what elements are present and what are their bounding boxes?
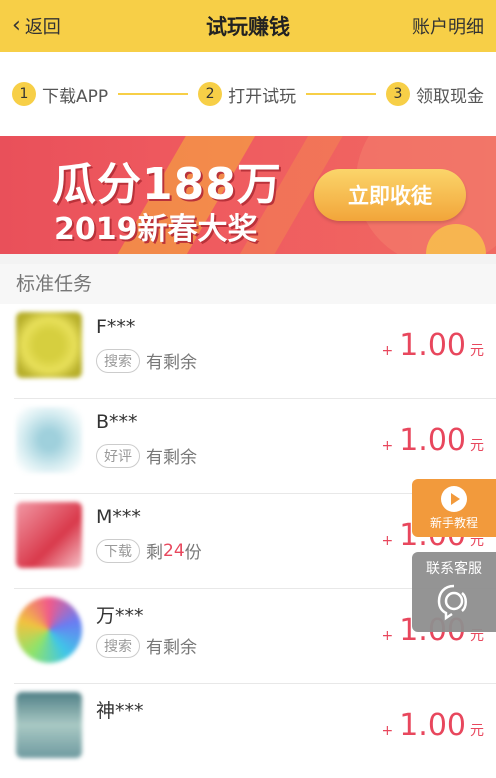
step-2: 2 打开试玩	[198, 82, 296, 107]
step-label: 领取现金	[416, 86, 485, 107]
task-remaining-count: 24	[163, 540, 185, 561]
app-icon	[16, 597, 82, 663]
reward-amount: 1.00	[399, 328, 466, 363]
task-row[interactable]: 神*** + 1.00 元	[14, 684, 496, 778]
task-type-tag: 搜索	[96, 633, 140, 658]
task-reward: + 1.00 元	[381, 423, 484, 458]
task-type-tag: 搜索	[96, 348, 140, 373]
reward-plus: +	[381, 723, 394, 739]
banner-headline: 瓜分188万	[52, 159, 282, 210]
step-number: 1	[12, 82, 36, 106]
reward-plus: +	[381, 343, 394, 359]
back-button[interactable]: ‹ 返回	[12, 13, 61, 39]
task-meta: 搜索 有剩余	[96, 633, 197, 658]
task-type-tag: 好评	[96, 443, 140, 468]
reward-unit: 元	[470, 438, 484, 454]
customer-service-label: 联系客服	[426, 561, 482, 577]
play-icon	[441, 486, 467, 512]
task-status-prefix: 剩	[146, 543, 163, 563]
task-name: 万***	[96, 605, 144, 627]
chevron-left-icon: ‹	[12, 13, 21, 38]
step-connector	[306, 93, 377, 95]
task-list: F*** 搜索 有剩余 + 1.00 元 B*** 好评 有剩余 + 1.00 …	[0, 304, 496, 778]
task-name: B***	[96, 411, 138, 433]
back-label: 返回	[24, 17, 61, 38]
task-name: 神***	[96, 700, 144, 722]
task-row[interactable]: F*** 搜索 有剩余 + 1.00 元	[14, 304, 496, 399]
reward-amount: 1.00	[399, 708, 466, 743]
task-status-suffix: 份	[184, 543, 202, 563]
account-details-link[interactable]: 账户明细	[412, 13, 484, 39]
task-reward: + 1.00 元	[381, 328, 484, 363]
tutorial-button[interactable]: 新手教程	[412, 479, 496, 537]
reward-plus: +	[381, 438, 394, 454]
app-icon	[16, 502, 82, 568]
reward-unit: 元	[470, 343, 484, 359]
app-icon	[16, 312, 82, 378]
task-meta: 好评 有剩余	[96, 443, 197, 468]
recruit-now-button[interactable]: 立即收徒	[314, 169, 466, 221]
top-bar: ‹ 返回 试玩赚钱 账户明细	[0, 0, 496, 52]
step-1: 1 下载APP	[12, 82, 108, 107]
step-connector	[118, 93, 189, 95]
task-meta: 下载 剩 24 份	[96, 538, 202, 563]
headset-icon	[437, 584, 467, 621]
step-3: 3 领取现金	[386, 82, 484, 107]
task-status: 有剩余	[146, 638, 197, 658]
app-icon	[16, 692, 82, 758]
app-icon	[16, 407, 82, 473]
customer-service-button[interactable]: 联系客服	[412, 552, 496, 632]
reward-plus: +	[381, 533, 394, 549]
task-meta: 搜索 有剩余	[96, 348, 197, 373]
step-number: 2	[198, 82, 223, 106]
step-number: 3	[386, 82, 411, 106]
task-name: F***	[96, 316, 136, 338]
reward-amount: 1.00	[399, 423, 466, 458]
steps-bar: 1 下载APP 2 打开试玩 3 领取现金	[0, 52, 496, 136]
reward-unit: 元	[470, 723, 484, 739]
task-status: 有剩余	[146, 353, 197, 373]
reward-plus: +	[381, 628, 394, 644]
promo-banner[interactable]: 瓜分188万 2019新春大奖 立即收徒	[0, 136, 496, 254]
tutorial-label: 新手教程	[429, 516, 478, 530]
banner-subheadline: 2019新春大奖	[54, 212, 258, 247]
task-status: 有剩余	[146, 448, 197, 468]
task-type-tag: 下载	[96, 538, 140, 563]
task-name: M***	[96, 506, 141, 528]
section-title: 标准任务	[0, 264, 496, 304]
task-reward: + 1.00 元	[381, 708, 484, 743]
step-label: 打开试玩	[228, 86, 297, 107]
step-label: 下载APP	[42, 86, 109, 107]
